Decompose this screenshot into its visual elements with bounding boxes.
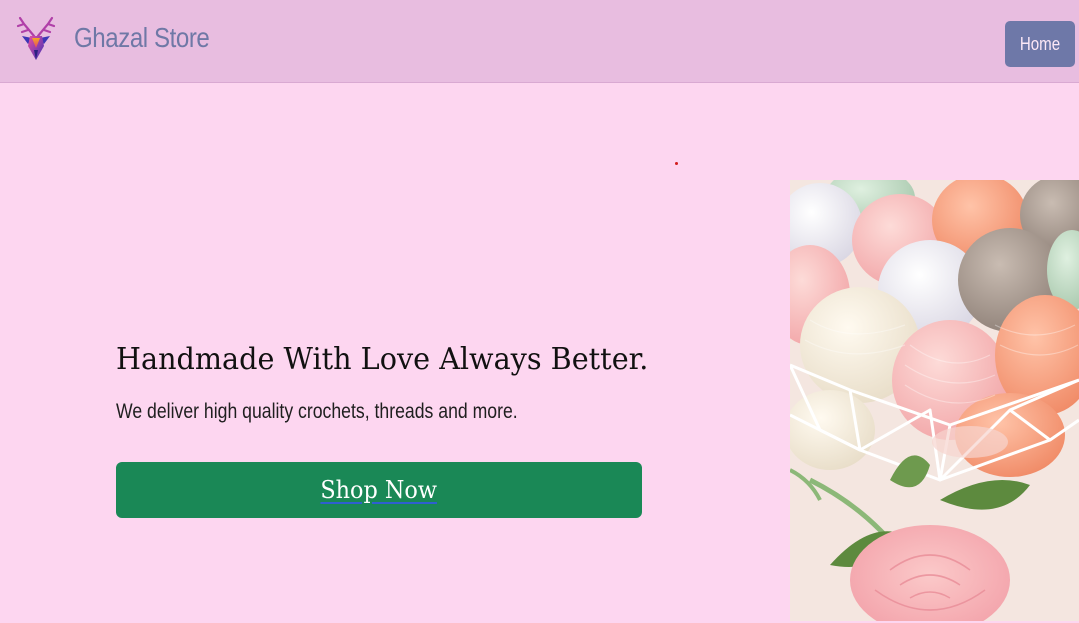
home-button-label: Home [1019,33,1061,54]
home-button[interactable]: Home [1005,21,1075,67]
hero-headline: Handmade With Love Always Better. [116,342,649,377]
decorative-dot [675,162,678,165]
brand-name[interactable]: Ghazal Store [74,22,210,54]
shop-now-label: Shop Now [320,476,438,504]
top-navbar: Ghazal Store Home [0,0,1079,83]
hero-subline: We deliver high quality crochets, thread… [116,400,518,423]
yarn-balls-image [790,180,1079,621]
shop-now-button[interactable]: Shop Now [116,462,642,518]
deer-head-icon[interactable] [14,16,58,64]
